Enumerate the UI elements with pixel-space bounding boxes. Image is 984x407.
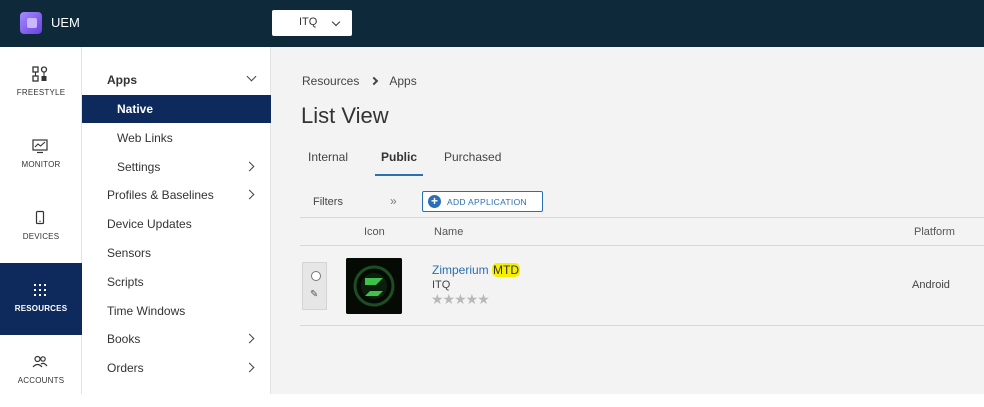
- row-select-radio[interactable]: [311, 271, 321, 281]
- nav-item-orders[interactable]: Orders: [82, 354, 271, 382]
- search-highlight: MTD: [492, 263, 521, 277]
- nav-item-profiles-baselines[interactable]: Profiles & Baselines: [82, 181, 271, 209]
- chevron-right-icon: [244, 189, 255, 200]
- chevron-right-icon: [244, 161, 255, 172]
- secondary-nav: Apps Native Web Links Settings Profiles …: [82, 47, 271, 394]
- tab-purchased[interactable]: Purchased: [444, 150, 501, 176]
- chevron-right-icon: [244, 333, 255, 344]
- main-content: Resources Apps List View Internal Public…: [271, 47, 984, 394]
- breadcrumb-apps[interactable]: Apps: [389, 74, 416, 88]
- nav-item-sensors[interactable]: Sensors: [82, 239, 271, 267]
- chevron-right-icon: [244, 362, 255, 373]
- rail-item-accounts[interactable]: ACCOUNTS: [0, 335, 82, 407]
- nav-item-label: Native: [117, 102, 154, 116]
- app-name-link[interactable]: Zimperium MTD: [432, 263, 521, 277]
- rail-item-label: FREESTYLE: [16, 88, 66, 97]
- list-toolbar: Filters » + ADD APPLICATION: [300, 186, 984, 218]
- monitor-icon: [32, 139, 48, 154]
- nav-item-native[interactable]: Native: [82, 95, 271, 123]
- zimperium-app-icon: [346, 258, 402, 314]
- accounts-icon: [32, 355, 48, 368]
- row-actions: ✎: [302, 262, 327, 310]
- nav-item-time-windows[interactable]: Time Windows: [82, 297, 271, 325]
- nav-item-label: Sensors: [107, 246, 152, 260]
- column-header-icon[interactable]: Icon: [364, 226, 385, 238]
- column-header-platform[interactable]: Platform: [914, 226, 955, 238]
- nav-item-device-updates[interactable]: Device Updates: [82, 210, 271, 238]
- filters-toggle[interactable]: Filters: [313, 196, 343, 208]
- organization-select[interactable]: ITQ: [272, 10, 352, 36]
- rail-item-freestyle[interactable]: FREESTYLE: [0, 47, 82, 119]
- table-row[interactable]: ✎ Zimperium MTD ITQ ★★★★★ Android: [300, 246, 984, 326]
- page-title: List View: [301, 103, 389, 128]
- top-bar: UEM ITQ: [0, 0, 984, 47]
- rail-item-devices[interactable]: DEVICES: [0, 191, 82, 263]
- freestyle-icon: [32, 66, 48, 82]
- nav-item-settings[interactable]: Settings: [82, 153, 271, 181]
- rail-item-monitor[interactable]: MONITOR: [0, 119, 82, 191]
- resources-icon: [34, 284, 46, 296]
- add-application-button[interactable]: + ADD APPLICATION: [422, 191, 543, 212]
- app-title: UEM: [51, 15, 80, 30]
- chevron-down-icon: [331, 17, 341, 27]
- nav-item-label: Profiles & Baselines: [107, 188, 214, 202]
- nav-item-label: Orders: [107, 361, 144, 375]
- plus-circle-icon: +: [428, 195, 441, 208]
- nav-item-label: Time Windows: [107, 304, 186, 318]
- rail-item-label: ACCOUNTS: [17, 376, 65, 385]
- nav-item-apps[interactable]: Apps: [82, 66, 271, 94]
- nav-item-label: Apps: [107, 73, 137, 87]
- rail-item-resources[interactable]: RESOURCES: [0, 263, 82, 335]
- nav-item-label: Web Links: [117, 131, 173, 145]
- breadcrumb-resources[interactable]: Resources: [302, 74, 359, 88]
- nav-item-web-links[interactable]: Web Links: [82, 124, 271, 152]
- rail-item-label: MONITOR: [21, 160, 61, 169]
- primary-rail: FREESTYLE MONITOR DEVICES RESOURCES ACCO…: [0, 47, 82, 394]
- devices-icon: [35, 210, 45, 225]
- chevron-down-icon: [246, 71, 257, 82]
- chevron-right-icon: [369, 76, 378, 86]
- tab-public[interactable]: Public: [375, 150, 424, 176]
- column-header-name[interactable]: Name: [434, 226, 463, 238]
- nav-item-label: Device Updates: [107, 217, 192, 231]
- app-name-prefix: Zimperium: [432, 263, 493, 277]
- rating-stars-icon: ★★★★★: [431, 291, 490, 307]
- tab-internal[interactable]: Internal: [308, 150, 348, 176]
- add-application-label: ADD APPLICATION: [447, 197, 527, 207]
- app-platform: Android: [912, 279, 950, 291]
- rail-item-label: RESOURCES: [14, 304, 68, 313]
- nav-item-label: Scripts: [107, 275, 144, 289]
- edit-pencil-icon[interactable]: ✎: [310, 289, 318, 300]
- app-organization: ITQ: [432, 279, 451, 291]
- nav-item-books[interactable]: Books: [82, 325, 271, 353]
- organization-select-value: ITQ: [299, 16, 318, 28]
- nav-item-scripts[interactable]: Scripts: [82, 268, 271, 296]
- double-chevron-right-icon[interactable]: »: [390, 194, 397, 208]
- rail-item-label: DEVICES: [22, 232, 60, 241]
- breadcrumb: Resources Apps: [302, 74, 417, 88]
- nav-item-label: Books: [107, 332, 141, 346]
- table-header: Icon Name Platform: [300, 218, 984, 246]
- uem-logo-icon[interactable]: [20, 12, 42, 34]
- nav-item-label: Settings: [117, 160, 161, 174]
